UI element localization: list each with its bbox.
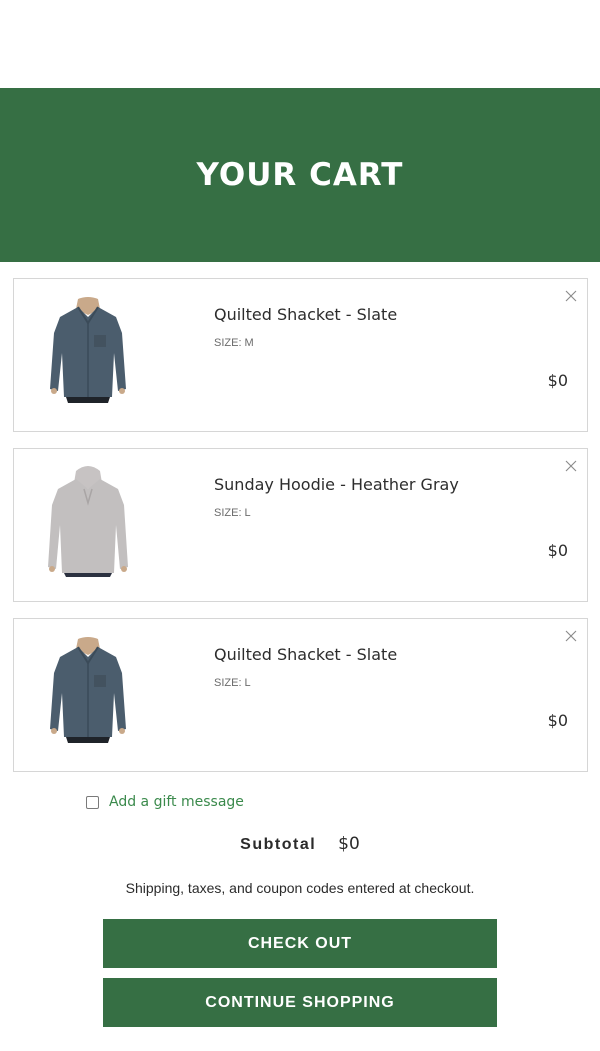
product-image-slate-shacket[interactable] [40,293,136,409]
cart-item: Quilted Shacket - Slate SIZE: L $0 [13,618,588,772]
close-icon [565,290,577,302]
item-price: $0 [547,541,568,560]
subtotal-label: Subtotal [240,836,317,853]
item-size: SIZE: L [214,677,251,689]
item-price: $0 [547,711,568,730]
gift-message-row: Add a gift message [86,794,244,810]
subtotal-row: Subtotal $0 [0,834,600,854]
page-title: YOUR CART [196,157,404,193]
checkout-button[interactable]: CHECK OUT [103,919,497,968]
gift-message-label[interactable]: Add a gift message [109,794,244,810]
close-icon [565,630,577,642]
item-size: SIZE: L [214,507,251,519]
product-image-gray-hoodie[interactable] [40,463,136,579]
item-size: SIZE: M [214,337,254,349]
gift-message-checkbox[interactable] [86,795,99,809]
close-icon [565,460,577,472]
cart-item: Quilted Shacket - Slate SIZE: M $0 [13,278,588,432]
item-name[interactable]: Quilted Shacket - Slate [214,645,397,664]
item-name[interactable]: Sunday Hoodie - Heather Gray [214,475,459,494]
subtotal-value: $0 [338,834,360,854]
remove-item-button[interactable] [564,459,578,473]
shipping-note: Shipping, taxes, and coupon codes entere… [125,880,475,896]
remove-item-button[interactable] [564,629,578,643]
product-image-slate-shacket[interactable] [40,633,136,749]
continue-shopping-button[interactable]: CONTINUE SHOPPING [103,978,497,1027]
cart-header: YOUR CART [0,88,600,262]
remove-item-button[interactable] [564,289,578,303]
cart-item: Sunday Hoodie - Heather Gray SIZE: L $0 [13,448,588,602]
item-price: $0 [547,371,568,390]
item-name[interactable]: Quilted Shacket - Slate [214,305,397,324]
